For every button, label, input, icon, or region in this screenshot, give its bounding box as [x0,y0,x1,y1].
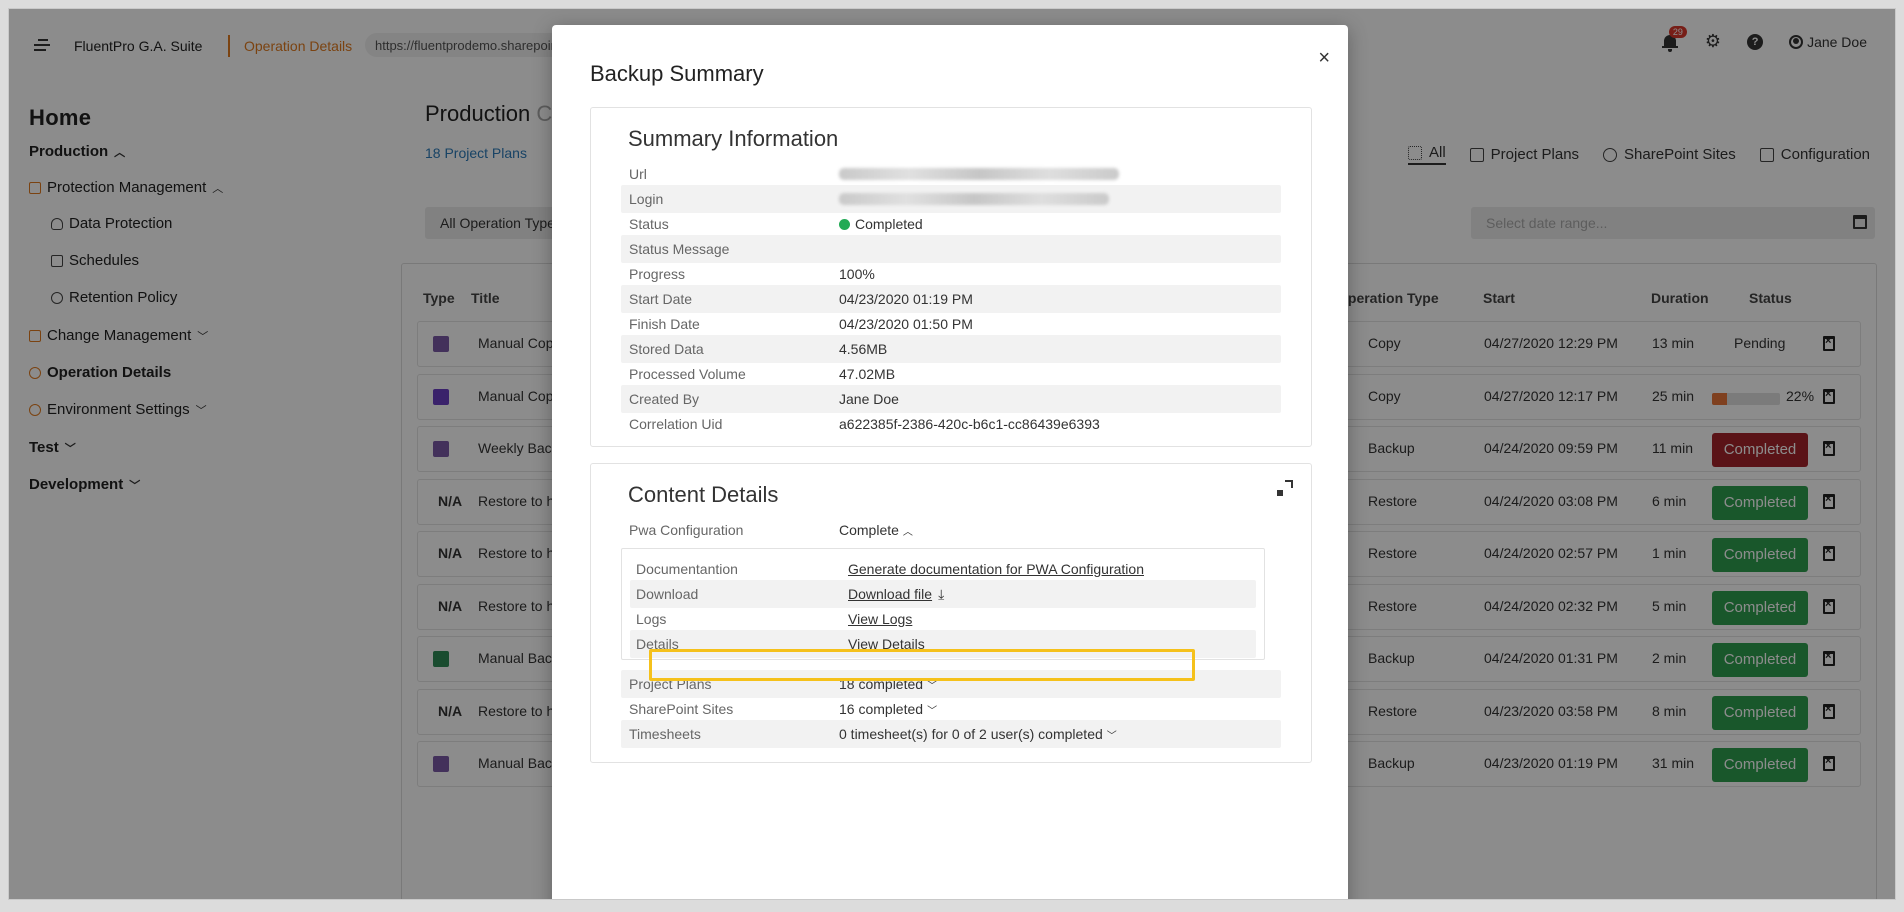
redacted-value [839,168,1119,180]
timesheets-count: 0 timesheet(s) for 0 of 2 user(s) comple… [839,726,1103,742]
pwa-row-download: Download Download file ⤓ [630,580,1256,608]
content-details-panel: Content Details Pwa Configuration Comple… [590,463,1312,763]
redacted-value [839,193,1109,205]
content-details-title: Content Details [628,482,779,507]
field-value: 4.56MB [839,341,888,357]
chevron-down-icon: ﹀ [1106,731,1117,742]
highlight-box [649,649,1195,681]
field-label: Status [629,216,669,232]
field-label: Stored Data [629,341,704,357]
download-file-text: Download file [848,586,933,602]
backup-summary-modal: Backup Summary × Summary Information Url… [552,25,1348,899]
generate-documentation-link[interactable]: Generate documentation for PWA Configura… [848,561,1144,577]
summary-panel: Summary Information Url Login Status Com… [590,107,1312,447]
chevron-down-icon: ﹀ [927,681,938,692]
app-window: FluentPro G.A. Suite Operation Details h… [8,8,1896,900]
pwa-status: Complete [839,522,899,538]
field-label: Progress [629,266,686,282]
summary-row-created-by: Created By Jane Doe [621,385,1281,413]
close-icon[interactable]: × [1318,47,1330,70]
field-label: Download [636,586,699,602]
field-label: Finish Date [629,316,700,332]
summary-row-login: Login [621,185,1281,213]
chevron-up-icon: ︿ [902,527,913,538]
summary-row-finish-date: Finish Date 04/23/2020 01:50 PM [621,310,1281,338]
field-label: SharePoint Sites [629,701,734,717]
status-text: Completed [855,216,923,232]
summary-row-processed-volume: Processed Volume 47.02MB [621,360,1281,388]
expand-icon[interactable] [1277,480,1293,496]
field-label: Created By [629,391,700,407]
chevron-down-icon: ﹀ [927,706,938,717]
content-row-sharepoint-sites[interactable]: SharePoint Sites 16 completed ﹀ [621,695,1281,723]
field-label: Logs [636,611,667,627]
field-value: Complete ︿ [839,522,913,538]
field-value: 47.02MB [839,366,896,382]
field-label: Start Date [629,291,693,307]
pwa-row-documentation: Documentantion Generate documentation fo… [630,555,1256,583]
summary-row-status-message: Status Message [621,235,1281,263]
status-dot-icon [839,219,850,230]
sites-count: 16 completed [839,701,924,717]
summary-row-url: Url [621,160,1281,188]
field-value: 16 completed ﹀ [839,701,937,717]
field-value: 04/23/2020 01:19 PM [839,291,973,307]
field-label: Timesheets [629,726,701,742]
field-label: Pwa Configuration [629,522,744,538]
modal-title: Backup Summary [590,61,764,86]
field-value: 04/23/2020 01:50 PM [839,316,973,332]
pwa-row-logs: Logs View Logs [630,605,1256,633]
field-label: Login [629,191,664,207]
field-value: 100% [839,266,875,282]
summary-row-start-date: Start Date 04/23/2020 01:19 PM [621,285,1281,313]
summary-row-progress: Progress 100% [621,260,1281,288]
field-value: 0 timesheet(s) for 0 of 2 user(s) comple… [839,726,1117,742]
summary-row-status: Status Completed [621,210,1281,238]
content-row-timesheets[interactable]: Timesheets 0 timesheet(s) for 0 of 2 use… [621,720,1281,748]
view-logs-link[interactable]: View Logs [848,611,912,627]
field-label: Url [629,166,647,182]
summary-title: Summary Information [628,126,839,151]
field-value: a622385f-2386-420c-b6c1-cc86439e6393 [839,416,1100,432]
download-icon: ⤓ [938,586,945,602]
field-label: Documentantion [636,561,738,577]
field-label: Status Message [629,241,730,257]
field-value: Completed [839,216,923,232]
download-file-link[interactable]: Download file ⤓ [848,586,944,603]
pwa-details-box: Documentantion Generate documentation fo… [621,548,1265,660]
field-value: Jane Doe [839,391,899,407]
summary-row-correlation-uid: Correlation Uid a622385f-2386-420c-b6c1-… [621,410,1281,438]
field-label: Processed Volume [629,366,746,382]
summary-row-stored-data: Stored Data 4.56MB [621,335,1281,363]
field-label: Correlation Uid [629,416,723,432]
content-row-pwa-configuration[interactable]: Pwa Configuration Complete ︿ [621,516,1281,544]
